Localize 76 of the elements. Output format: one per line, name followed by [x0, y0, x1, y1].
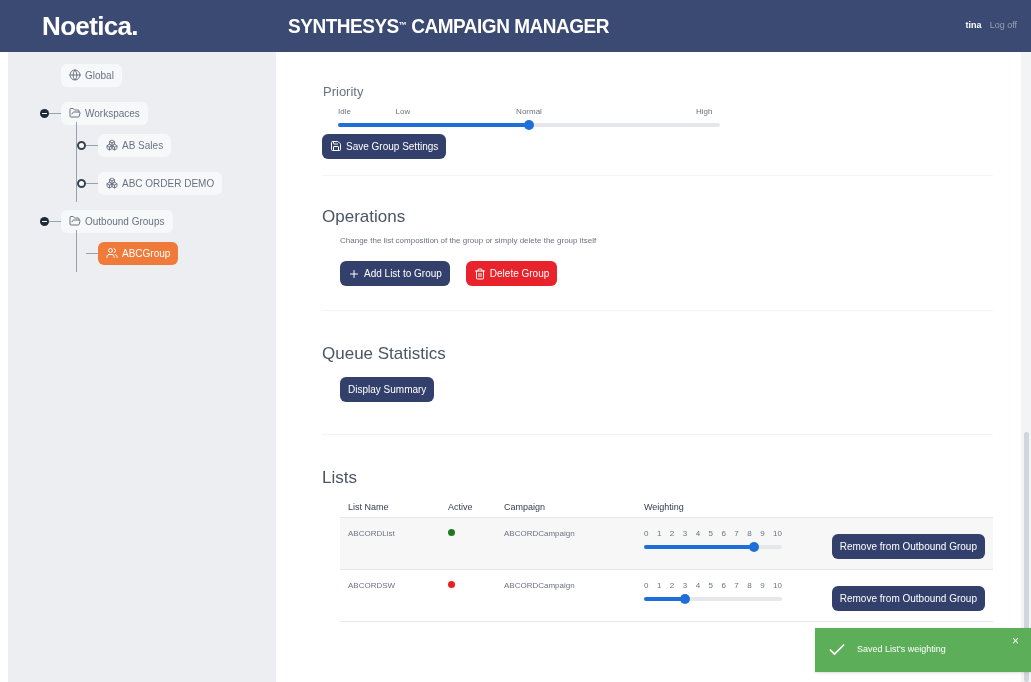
column-header: Active — [448, 500, 474, 514]
save-settings-button[interactable]: Save Group Settings — [322, 133, 447, 159]
column-header: Weighting — [644, 500, 685, 514]
remove-button[interactable]: Remove from Outbound Group — [831, 534, 985, 559]
priority-label: High — [695, 105, 713, 118]
tree-item[interactable]: ABC ORDER DEMO — [98, 171, 223, 195]
tick-label: 0 — [644, 580, 649, 592]
collapse-toggle[interactable] — [40, 216, 49, 226]
folder-icon — [69, 215, 81, 227]
section-title: Queue Statistics — [322, 343, 447, 365]
column-header: List Name — [348, 500, 390, 514]
user-name: tina — [965, 19, 982, 33]
app-title: SYNTHESYS$^{™}$ CAMPAIGN MANAGER — [288, 12, 610, 39]
cubes-icon — [106, 177, 118, 189]
column-header: Campaign — [504, 500, 547, 514]
tick-label: 10 — [773, 580, 782, 592]
tick-label: 0 — [644, 528, 649, 540]
trash-icon — [473, 267, 486, 280]
tick-label: 3 — [682, 528, 688, 540]
tick-label: 7 — [734, 528, 739, 540]
weighting-slider[interactable] — [644, 542, 782, 552]
collapse-toggle[interactable] — [40, 108, 49, 118]
slider-thumb[interactable] — [524, 119, 534, 130]
tree-item[interactable]: Global — [61, 63, 122, 87]
tick-label: 5 — [708, 580, 713, 592]
priority-label: Normal — [516, 105, 542, 118]
tick-label: 9 — [760, 528, 765, 540]
remove-button[interactable]: Remove from Outbound Group — [831, 586, 985, 611]
users-icon — [106, 247, 118, 259]
priority-label: Idle — [338, 105, 351, 118]
table-cell-text: ABCORDCampaign — [504, 580, 576, 592]
tick-label: 5 — [708, 528, 713, 540]
section-title: Operations — [322, 205, 407, 228]
tick-label: 6 — [721, 580, 726, 592]
tick-label: 4 — [695, 580, 701, 592]
section-title: Priority — [323, 83, 365, 101]
priority-slider[interactable] — [338, 119, 720, 130]
tick-label: 2 — [669, 580, 675, 592]
plus-icon — [348, 267, 360, 280]
tree-item[interactable]: ABCGroup — [98, 241, 179, 265]
save-icon — [330, 140, 342, 152]
tick-label: 3 — [682, 580, 688, 592]
tick-label: 9 — [760, 580, 765, 592]
logout-link[interactable]: Log off — [989, 19, 1017, 33]
expand-toggle[interactable] — [77, 178, 86, 188]
expand-toggle[interactable] — [77, 140, 86, 150]
display-summary-button[interactable]: Display Summary — [340, 376, 435, 402]
tick-label: 10 — [773, 528, 782, 540]
tick-label: 1 — [656, 528, 662, 540]
toast-message: Saved List's weighting — [857, 643, 947, 657]
section-title: Lists — [322, 466, 358, 489]
slider-thumb[interactable] — [680, 594, 691, 604]
tick-label: 7 — [734, 580, 739, 592]
tick-label: 6 — [721, 528, 726, 540]
tick-label: 8 — [747, 580, 752, 592]
table-cell-text: ABCORDSW — [348, 580, 397, 592]
table-cell-text: ABCORDCampaign — [504, 528, 576, 540]
tick-label: 8 — [747, 528, 752, 540]
tree-item[interactable]: Workspaces — [61, 101, 148, 125]
logo: Noetica. — [42, 10, 138, 41]
tick-label: 1 — [656, 580, 662, 592]
tree-item[interactable]: Outbound Groups — [61, 209, 173, 233]
section-description: Change the list composition of the group or simply delete the group itself — [340, 235, 598, 247]
slider-thumb[interactable] — [749, 542, 760, 552]
add-list-button[interactable]: Add List to Group — [340, 261, 450, 286]
tick-label: 4 — [695, 528, 701, 540]
priority-label: Low — [395, 105, 411, 118]
close-button[interactable]: × — [1012, 632, 1019, 650]
weighting-slider[interactable] — [644, 594, 782, 604]
tick-label: 2 — [669, 528, 675, 540]
table-cell-text: ABCORDList — [348, 528, 396, 540]
globe-icon — [69, 69, 81, 81]
cubes-icon — [106, 139, 118, 151]
folder-icon — [69, 107, 81, 119]
delete-group-button[interactable]: Delete Group — [465, 261, 558, 286]
tree-item[interactable]: AB Sales — [98, 133, 172, 157]
